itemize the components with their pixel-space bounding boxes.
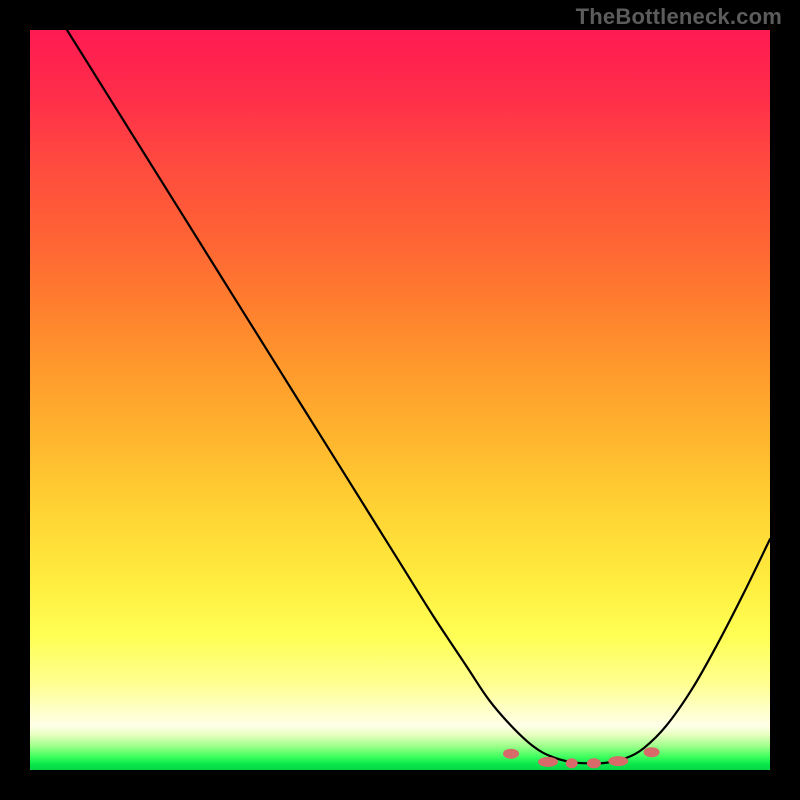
min-dot [538, 757, 558, 767]
min-dot [644, 747, 660, 757]
min-dot [608, 756, 628, 766]
bottleneck-curve [67, 30, 770, 763]
min-dot [503, 749, 519, 759]
min-region-dots [503, 747, 660, 768]
watermark-text: TheBottleneck.com [576, 4, 782, 30]
curve-svg [30, 30, 770, 770]
chart-container: TheBottleneck.com [0, 0, 800, 800]
plot-area [30, 30, 770, 770]
min-dot [587, 758, 601, 768]
min-dot [566, 758, 578, 768]
